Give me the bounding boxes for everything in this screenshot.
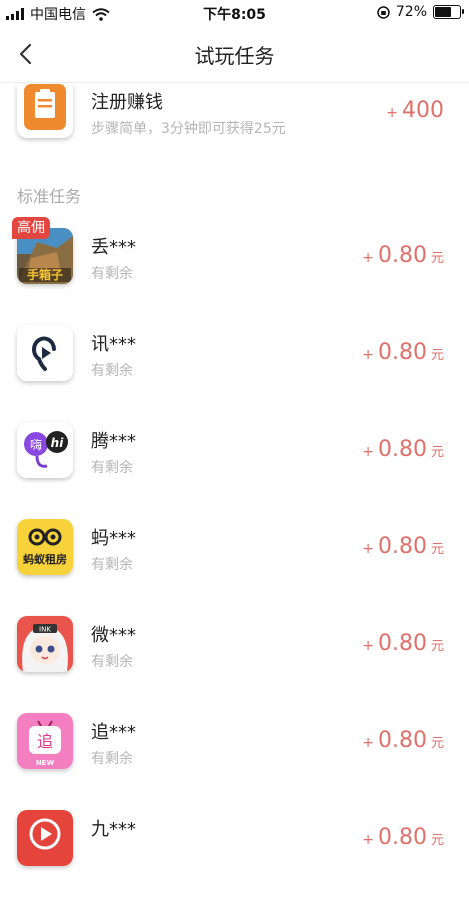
tv-app-icon: 追 NEW [17,713,73,769]
task-status: 有剩余 [91,363,133,379]
task-reward: + 0.80 元 [362,534,444,559]
task-row[interactable]: 嗨 hi 腾*** 有剩余 + 0.80 元 [0,422,469,519]
reward-unit: 元 [430,736,444,751]
featured-task-title: 注册赚钱 [91,92,163,113]
reward-plus: + [362,250,374,266]
icon-text: 追 [37,732,53,751]
reward-plus: + [362,638,374,654]
task-reward: + 0.80 元 [362,437,444,462]
featured-task-row[interactable]: 注册赚钱 步骤简单，3分钟即可获得25元 + 400 [0,84,469,181]
featured-task-reward: + 400 [386,98,444,123]
task-reward: + 0.80 元 [362,340,444,365]
icon-text: 蚂蚁租房 [23,552,67,566]
task-status: 有剩余 [91,266,133,282]
task-name: 追*** [91,722,136,743]
battery-percent: 72% [395,4,427,20]
task-row[interactable]: 讯*** 有剩余 + 0.80 元 [0,325,469,422]
task-row[interactable]: 九*** + 0.80 元 [0,810,469,907]
svg-text:手箱子: 手箱子 [27,267,63,282]
reward-amount: 0.80 [378,728,427,753]
section-title: 标准任务 [17,187,82,206]
task-row[interactable]: 追 NEW 追*** 有剩余 + 0.80 元 [0,713,469,810]
reward-amount: 0.80 [378,534,427,559]
reward-amount: 0.80 [378,243,427,268]
reward-unit: 元 [430,639,444,654]
reward-unit: 元 [430,348,444,363]
reward-unit: 元 [430,542,444,557]
reward-amount: 0.80 [378,825,427,850]
reward-unit: 元 [430,251,444,266]
reward-amount: 0.80 [378,340,427,365]
reward-amount: 0.80 [378,631,427,656]
nav-bar: 试玩任务 [0,26,469,83]
anime-app-icon: INK [17,616,73,672]
task-reward: + 0.80 元 [362,825,444,850]
task-name: 腾*** [91,431,136,452]
task-status: 有剩余 [91,460,133,476]
task-name: 蚂*** [91,528,136,549]
battery-level [435,7,451,17]
icon-text: 嗨 [30,438,42,452]
task-reward: + 0.80 元 [362,728,444,753]
chat-app-icon: 嗨 hi [17,422,73,478]
icon-text: NEW [36,759,55,767]
icon-text: hi [51,436,65,450]
task-row[interactable]: INK 微*** 有剩余 + 0.80 元 [0,616,469,713]
task-name: 九*** [91,819,136,840]
high-commission-badge: 高佣 [12,217,50,239]
task-status: 有剩余 [91,557,133,573]
reward-plus: + [362,444,374,460]
ant-rental-app-icon: 蚂蚁租房 [17,519,73,575]
play-app-icon [17,810,73,866]
reward-amount: 0.80 [378,437,427,462]
status-right: 72% [377,4,464,20]
reward-plus: + [362,347,374,363]
featured-task-subtitle: 步骤简单，3分钟即可获得25元 [91,121,286,137]
reward-plus: + [386,105,398,121]
task-name: 讯*** [91,334,136,355]
clipboard-app-icon [17,84,73,138]
reward-plus: + [362,541,374,557]
task-reward: + 0.80 元 [362,631,444,656]
icon-text: INK [39,626,51,634]
task-reward: + 0.80 元 [362,243,444,268]
orientation-lock-icon [377,5,390,19]
reward-plus: + [362,832,374,848]
reward-unit: 元 [430,445,444,460]
reward-plus: + [362,735,374,751]
reward-unit: 元 [430,833,444,848]
task-row[interactable]: 蚂蚁租房 蚂*** 有剩余 + 0.80 元 [0,519,469,616]
reward-amount: 400 [402,98,444,123]
task-name: 微*** [91,625,136,646]
task-row[interactable]: 手箱子 丢*** 有剩余 + 0.80 元 [0,228,469,325]
status-bar: 中国电信 下午8:05 72% [0,0,469,26]
task-status: 有剩余 [91,751,133,767]
ear-app-icon [17,325,73,381]
task-status: 有剩余 [91,654,133,670]
task-name: 丢*** [91,237,136,258]
page-title: 试玩任务 [194,44,275,68]
battery-icon [433,5,464,19]
